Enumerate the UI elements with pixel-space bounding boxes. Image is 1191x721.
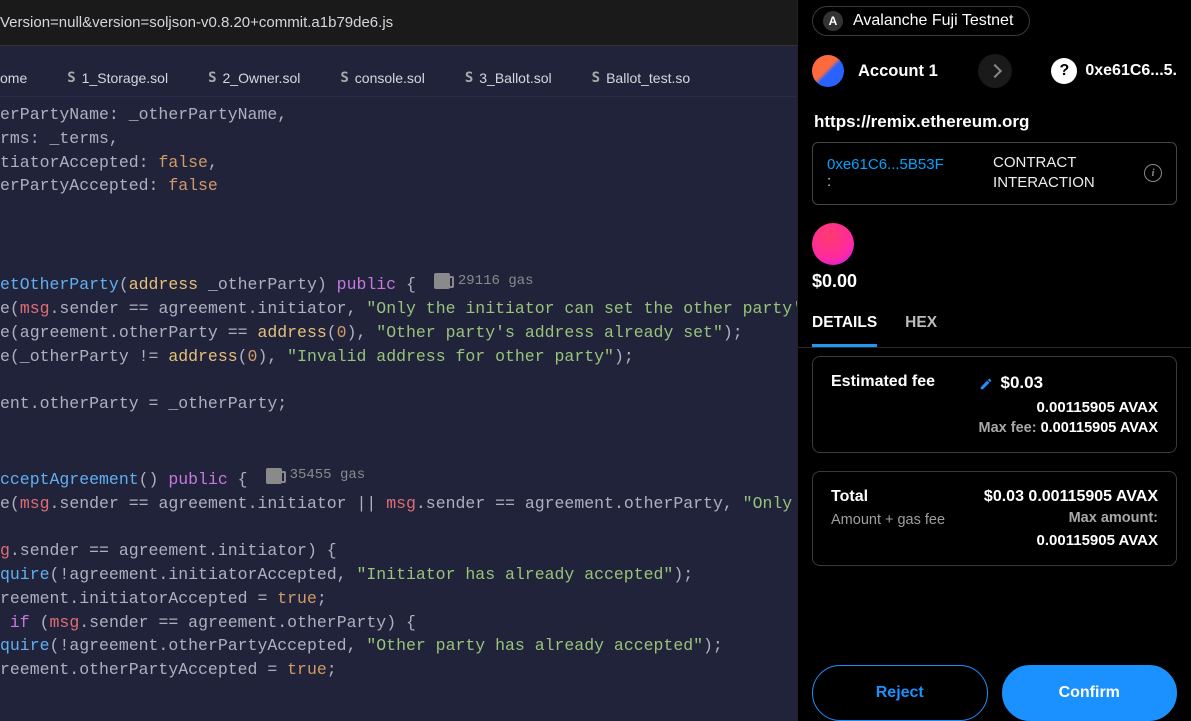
tab-console-label: console.sol [355, 70, 425, 86]
estimated-fee-title: Estimated fee [831, 373, 935, 391]
recipient-chip[interactable]: ? 0xe61C6...5. [1051, 58, 1177, 84]
recipient-address: 0xe61C6...5. [1085, 62, 1177, 80]
contract-address[interactable]: 0xe61C6...5B53F [827, 156, 944, 173]
code-line: erPartyAccepted: false [0, 176, 218, 195]
tab-storage[interactable]: S 1_Storage.sol [67, 70, 168, 86]
tab-console[interactable]: Sconsole.sol [340, 70, 424, 86]
fee-max: Max fee: 0.00115905 AVAX [979, 420, 1159, 436]
tab-home[interactable]: ome [0, 70, 27, 86]
total-sub: Amount + gas fee [831, 512, 945, 528]
unknown-address-icon: ? [1051, 58, 1077, 84]
gas-pump-icon [434, 273, 450, 289]
tab-storage-label: 1_Storage.sol [82, 70, 168, 86]
max-amount-value: 0.00115905 AVAX [984, 532, 1158, 549]
total-value: $0.03 0.00115905 AVAX [984, 488, 1158, 506]
gas-value: 35455 gas [290, 464, 366, 488]
code-line: reement.otherPartyAccepted = true; [0, 660, 337, 679]
solidity-icon: S [67, 70, 75, 86]
solidity-icon: S [208, 70, 216, 86]
tab-strip: ome S 1_Storage.sol S 2_Owner.sol Sconsole… [0, 46, 797, 97]
total-title: Total [831, 488, 945, 506]
solidity-icon: S [592, 70, 600, 86]
solidity-icon: S [340, 70, 348, 86]
fee-usd: $0.03 [1001, 373, 1044, 393]
transaction-type: CONTRACT INTERACTION [993, 153, 1095, 194]
reject-button[interactable]: Reject [812, 665, 988, 721]
solidity-icon: S [465, 70, 473, 86]
tab-hex[interactable]: HEX [905, 314, 937, 347]
transaction-box: 0xe61C6...5B53F : CONTRACT INTERACTION i [812, 142, 1177, 205]
tab-owner[interactable]: S 2_Owner.sol [208, 70, 300, 86]
code-editor[interactable]: erPartyName: _otherPartyName, rms: _term… [0, 97, 797, 721]
account-avatar [812, 55, 844, 87]
confirm-button[interactable]: Confirm [1002, 665, 1178, 721]
code-line: reement.initiatorAccepted = true; [0, 589, 327, 608]
code-line: quire(!agreement.initiatorAccepted, "Ini… [0, 565, 693, 584]
transfer-amount: $0.00 [812, 271, 1177, 292]
account-name[interactable]: Account 1 [858, 62, 938, 81]
code-line: g.sender == agreement.initiator) { [0, 541, 337, 560]
code-line: e(msg.sender == agreement.initiator, "On… [0, 299, 797, 318]
gas-estimate-badge: 35455 gas [266, 464, 366, 488]
tab-owner-label: 2_Owner.sol [223, 70, 301, 86]
dapp-origin: https://remix.ethereum.org [814, 112, 1175, 132]
estimated-fee-card: Estimated fee $0.03 0.00115905 AVAX Max … [812, 356, 1177, 453]
code-line: quire(!agreement.otherPartyAccepted, "Ot… [0, 636, 723, 655]
send-to-arrow [978, 54, 1012, 88]
tab-ballot[interactable]: S 3_Ballot.sol [465, 70, 552, 86]
network-name: Avalanche Fuji Testnet [853, 12, 1013, 30]
tab-ballot-test[interactable]: S Ballot_test.so [592, 70, 691, 86]
tab-ballot-label: 3_Ballot.sol [479, 70, 551, 86]
compiler-version-bar: Version=null&version=soljson-v0.8.20+com… [0, 0, 797, 46]
network-selector[interactable]: A Avalanche Fuji Testnet [812, 6, 1030, 36]
tab-ballot-test-label: Ballot_test.so [606, 70, 690, 86]
tab-home-label: ome [0, 70, 27, 86]
wallet-panel: A Avalanche Fuji Testnet Account 1 ? 0xe… [797, 0, 1191, 721]
code-line: erPartyName: _otherPartyName, [0, 105, 287, 124]
code-line: etOtherParty(address _otherParty) public… [0, 275, 534, 294]
token-icon [812, 223, 854, 265]
info-icon[interactable]: i [1144, 164, 1162, 182]
code-line: e(msg.sender == agreement.initiator || m… [0, 494, 797, 513]
code-line: ent.otherParty = _otherParty; [0, 394, 287, 413]
code-line: tiatorAccepted: false, [0, 153, 218, 172]
code-line: cceptAgreement() public {35455 gas [0, 470, 365, 489]
code-line: if (msg.sender == agreement.otherParty) … [0, 613, 416, 632]
code-line: rms: _terms, [0, 129, 119, 148]
edit-fee-icon[interactable] [979, 376, 993, 390]
code-line: e(agreement.otherParty == address(0), "O… [0, 323, 743, 342]
gas-value: 29116 gas [458, 270, 534, 294]
wallet-tabs: DETAILS HEX [798, 292, 1191, 348]
fee-native: 0.00115905 AVAX [979, 399, 1159, 416]
editor-pane: Version=null&version=soljson-v0.8.20+com… [0, 0, 797, 721]
arrow-right-icon [987, 64, 1001, 78]
total-card: Total Amount + gas fee $0.03 0.00115905 … [812, 471, 1177, 566]
tab-details[interactable]: DETAILS [812, 314, 877, 347]
gas-pump-icon [266, 468, 282, 484]
code-line: e(_otherParty != address(0), "Invalid ad… [0, 347, 634, 366]
max-amount: Max amount: [984, 510, 1158, 526]
network-letter-icon: A [823, 11, 843, 31]
gas-estimate-badge: 29116 gas [434, 270, 534, 294]
colon: : [827, 173, 944, 190]
